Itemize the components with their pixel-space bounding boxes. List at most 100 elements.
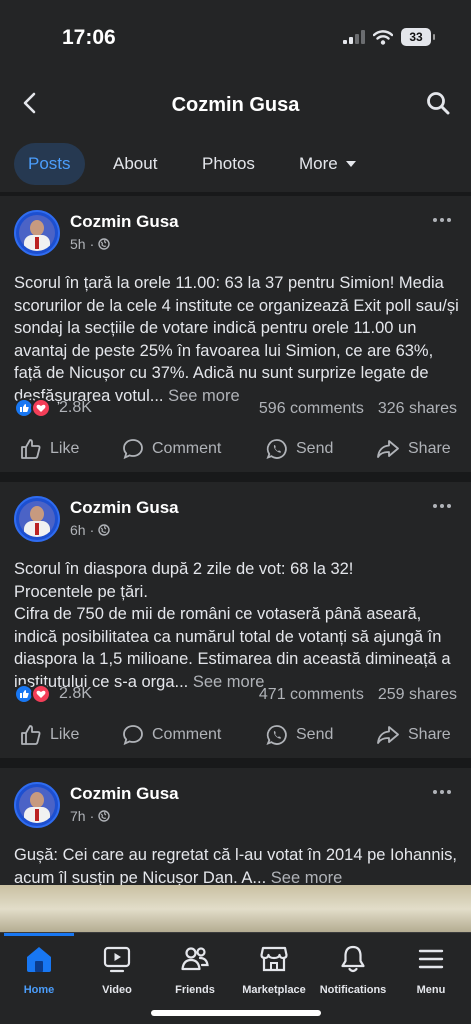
post-text: Scorul în țară la orele 11.00: 63 la 37 … — [14, 272, 459, 407]
search-icon — [427, 92, 450, 115]
share-button[interactable]: Share — [376, 714, 451, 756]
meta-dot: · — [89, 808, 95, 824]
see-more-link[interactable]: See more — [271, 869, 343, 887]
nav-home[interactable]: Home — [0, 943, 79, 996]
post-options-button[interactable] — [427, 782, 457, 802]
video-icon — [103, 946, 131, 973]
post-time: 6h — [70, 522, 86, 538]
globe-icon — [98, 810, 110, 822]
comment-label: Comment — [152, 440, 222, 457]
post-options-button[interactable] — [427, 210, 457, 230]
reaction-count: 2.8K — [59, 685, 92, 702]
send-button[interactable]: Send — [266, 428, 333, 470]
nav-label: Friends — [175, 984, 215, 996]
nav-marketplace[interactable]: Marketplace — [234, 943, 314, 996]
tab-photos[interactable]: Photos — [202, 143, 255, 185]
post-time: 5h — [70, 236, 86, 252]
tab-more[interactable]: More — [299, 143, 356, 185]
nav-label: Home — [23, 984, 55, 996]
status-time: 17:06 — [62, 26, 116, 49]
author-avatar[interactable] — [14, 496, 60, 542]
nav-menu[interactable]: Menu — [391, 943, 471, 996]
post-body: Gușă: Cei care au regretat că l-au votat… — [14, 846, 458, 887]
comment-button[interactable]: Comment — [122, 714, 221, 756]
marketplace-icon — [260, 946, 288, 972]
author-avatar[interactable] — [14, 210, 60, 256]
post-options-button[interactable] — [427, 496, 457, 516]
battery-indicator: 33 — [401, 28, 435, 46]
post-text: Gușă: Cei care au regretat că l-au votat… — [14, 844, 459, 889]
nav-friends[interactable]: Friends — [155, 943, 235, 996]
globe-icon — [98, 238, 110, 250]
comments-count[interactable]: 596 comments — [259, 400, 364, 418]
tab-more-label: More — [299, 154, 338, 173]
post-stats: 596 comments 326 shares — [259, 400, 457, 418]
love-reaction-icon — [31, 684, 51, 704]
status-icons: 33 — [343, 28, 435, 46]
post-author[interactable]: Cozmin Gusa — [70, 212, 179, 232]
cellular-signal-icon — [343, 30, 365, 44]
thumbs-up-icon — [21, 439, 41, 459]
post-actions: Like Comment Send Share — [0, 428, 471, 470]
wifi-icon — [373, 29, 393, 45]
comment-button[interactable]: Comment — [122, 428, 221, 470]
search-button[interactable] — [423, 88, 453, 118]
home-indicator[interactable] — [151, 1010, 321, 1016]
comment-bubble-icon — [123, 725, 143, 746]
thumbs-up-icon — [21, 725, 41, 745]
active-tab-indicator — [4, 933, 74, 936]
post-body-line: Cifra de 750 de mii de români ce votaser… — [14, 603, 459, 693]
profile-tabs: Posts About Photos More — [0, 140, 471, 192]
post-author[interactable]: Cozmin Gusa — [70, 498, 179, 518]
nav-notifications[interactable]: Notifications — [313, 943, 393, 996]
author-avatar[interactable] — [14, 782, 60, 828]
post-stats: 471 comments 259 shares — [259, 686, 457, 704]
post-body: Scorul în țară la orele 11.00: 63 la 37 … — [14, 274, 459, 405]
nav-label: Video — [102, 984, 132, 996]
see-more-link[interactable]: See more — [168, 387, 240, 405]
whatsapp-icon — [266, 439, 287, 460]
send-button[interactable]: Send — [266, 714, 333, 756]
reaction-count: 2.8K — [59, 399, 92, 416]
status-bar: 17:06 33 — [0, 0, 471, 70]
shares-count[interactable]: 259 shares — [378, 686, 457, 704]
nav-video[interactable]: Video — [77, 943, 157, 996]
post-author[interactable]: Cozmin Gusa — [70, 784, 179, 804]
share-label: Share — [408, 440, 451, 457]
reactions-summary[interactable]: 2.8K — [14, 684, 92, 704]
post-text: Scorul în diaspora după 2 zile de vot: 6… — [14, 558, 459, 693]
like-button[interactable]: Like — [20, 714, 79, 756]
post-body-line: Procentele pe țări. — [14, 582, 148, 601]
post-meta: 5h · — [70, 236, 110, 252]
nav-label: Menu — [416, 984, 446, 996]
page-header: Cozmin Gusa — [0, 70, 471, 140]
globe-icon — [98, 524, 110, 536]
post-actions: Like Comment Send Share — [0, 714, 471, 756]
post-meta: 6h · — [70, 522, 110, 538]
shares-count[interactable]: 326 shares — [378, 400, 457, 418]
bell-icon — [341, 945, 365, 973]
like-button[interactable]: Like — [20, 428, 79, 470]
post-meta: 7h · — [70, 808, 110, 824]
comments-count[interactable]: 471 comments — [259, 686, 364, 704]
post-time: 7h — [70, 808, 86, 824]
caret-down-icon — [345, 161, 356, 167]
comment-label: Comment — [152, 726, 222, 743]
reactions-summary[interactable]: 2.8K — [14, 398, 92, 418]
share-label: Share — [408, 726, 451, 743]
share-arrow-icon — [377, 726, 399, 744]
share-button[interactable]: Share — [376, 428, 451, 470]
tab-posts[interactable]: Posts — [14, 143, 85, 185]
avatar-photo — [19, 787, 55, 823]
avatar-photo — [19, 501, 55, 537]
send-label: Send — [296, 440, 334, 457]
tab-about[interactable]: About — [113, 143, 157, 185]
friends-icon — [181, 947, 209, 971]
post-image-preview[interactable] — [0, 885, 471, 933]
like-label: Like — [50, 726, 80, 743]
nav-label: Marketplace — [242, 984, 306, 996]
see-more-link[interactable]: See more — [193, 673, 265, 691]
meta-dot: · — [89, 236, 95, 252]
share-arrow-icon — [377, 440, 399, 458]
menu-icon — [418, 949, 444, 969]
